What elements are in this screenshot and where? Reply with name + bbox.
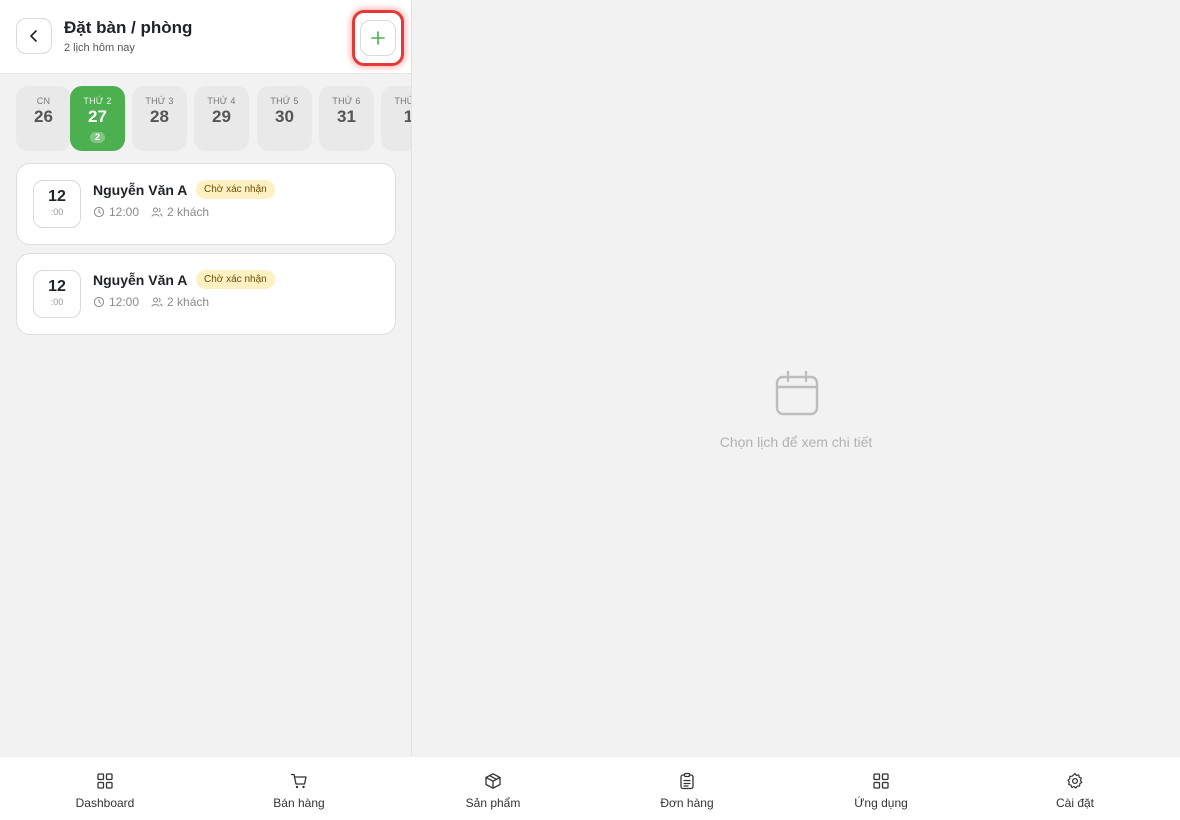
grid-icon xyxy=(97,773,113,789)
add-booking-button[interactable] xyxy=(360,20,396,56)
day-name: THỨ 6 xyxy=(332,96,361,106)
guest-count: 2 khách xyxy=(167,205,210,219)
booking-time-box: 12 :00 xyxy=(33,180,81,228)
day-chip[interactable]: THỨ 4 29 xyxy=(194,86,249,151)
clock-icon xyxy=(93,296,105,308)
booking-meta: 12:00 2 khách xyxy=(93,205,209,219)
nav-label: Bán hàng xyxy=(273,796,325,810)
nav-label: Dashboard xyxy=(75,796,135,810)
clipboard-icon xyxy=(680,772,694,790)
panel-header: Đặt bàn / phòng 2 lịch hôm nay xyxy=(0,0,411,74)
nav-apps[interactable]: Ứng dụng xyxy=(784,757,978,820)
booking-time: 12:00 xyxy=(109,205,140,219)
day-chip-selected[interactable]: THỨ 2 27 2 xyxy=(70,86,125,151)
page-subtitle: 2 lịch hôm nay xyxy=(64,42,135,54)
booking-meta: 12:00 2 khách xyxy=(93,295,209,309)
chevron-left-icon xyxy=(30,30,37,42)
back-button[interactable] xyxy=(16,18,52,54)
empty-state-text: Chọn lịch để xem chi tiết xyxy=(719,434,873,450)
detail-panel: Chọn lịch để xem chi tiết xyxy=(412,0,1180,756)
day-number: 27 xyxy=(88,107,107,126)
clock-icon xyxy=(93,206,105,218)
calendar-icon xyxy=(775,370,819,416)
page-title: Đặt bàn / phòng xyxy=(64,18,193,37)
booking-list-panel: Đặt bàn / phòng 2 lịch hôm nay CN 26 THỨ… xyxy=(0,0,412,756)
day-selector: CN 26 THỨ 2 27 2 THỨ 3 28 THỨ 4 29 THỨ 5… xyxy=(16,86,411,152)
booking-hour: 12 xyxy=(48,188,66,205)
day-number: 30 xyxy=(275,107,294,126)
nav-dashboard[interactable]: Dashboard xyxy=(8,757,202,820)
day-chip[interactable]: THỨ 5 30 xyxy=(257,86,312,151)
day-number: 29 xyxy=(212,107,231,126)
booking-card[interactable]: 12 :00 Nguyễn Văn A Chờ xác nhận 12:00 2… xyxy=(16,163,396,245)
plus-icon xyxy=(371,31,385,45)
day-number: 28 xyxy=(150,107,169,126)
nav-sales[interactable]: Bán hàng xyxy=(202,757,396,820)
nav-label: Ứng dụng xyxy=(854,796,908,810)
nav-settings[interactable]: Cài đặt xyxy=(978,757,1172,820)
booking-minute: :00 xyxy=(50,207,64,217)
nav-label: Cài đặt xyxy=(1055,796,1095,810)
booking-count-badge: 2 xyxy=(89,132,105,143)
box-icon xyxy=(485,773,501,789)
day-chip[interactable]: THỨ 3 28 xyxy=(132,86,187,151)
day-name: THỨ 3 xyxy=(145,96,174,106)
booking-hour: 12 xyxy=(48,278,66,295)
nav-label: Sản phẩm xyxy=(465,796,521,810)
apps-icon xyxy=(873,773,889,789)
status-badge: Chờ xác nhận xyxy=(196,270,275,289)
bottom-navigation: Dashboard Bán hàng Sản phẩm Đơn hàng Ứng… xyxy=(0,756,1180,820)
day-name: THỨ 4 xyxy=(207,96,236,106)
status-badge: Chờ xác nhận xyxy=(196,180,275,199)
cart-icon xyxy=(290,773,307,789)
nav-orders[interactable]: Đơn hàng xyxy=(590,757,784,820)
users-icon xyxy=(151,296,163,308)
day-name: THỨ 2 xyxy=(83,96,112,106)
users-icon xyxy=(151,206,163,218)
day-number: 1 xyxy=(381,107,411,127)
day-name: THỨ 7 xyxy=(394,96,411,106)
booking-minute: :00 xyxy=(50,297,64,307)
day-name: THỨ 5 xyxy=(270,96,299,106)
nav-label: Đơn hàng xyxy=(660,796,714,810)
day-number: 31 xyxy=(337,107,356,126)
gear-icon xyxy=(1067,772,1083,789)
nav-products[interactable]: Sản phẩm xyxy=(396,757,590,820)
booking-time-box: 12 :00 xyxy=(33,270,81,318)
day-chip[interactable]: THỨ 6 31 xyxy=(319,86,374,151)
day-name: CN xyxy=(36,96,51,106)
customer-name: Nguyễn Văn A xyxy=(93,182,188,198)
day-chip[interactable]: CN 26 xyxy=(16,86,71,151)
day-number: 26 xyxy=(34,107,53,126)
guest-count: 2 khách xyxy=(167,295,210,309)
day-chip[interactable]: THỨ 7 1 xyxy=(381,86,411,151)
booking-time: 12:00 xyxy=(109,295,140,309)
booking-card[interactable]: 12 :00 Nguyễn Văn A Chờ xác nhận 12:00 2… xyxy=(16,253,396,335)
customer-name: Nguyễn Văn A xyxy=(93,272,188,288)
